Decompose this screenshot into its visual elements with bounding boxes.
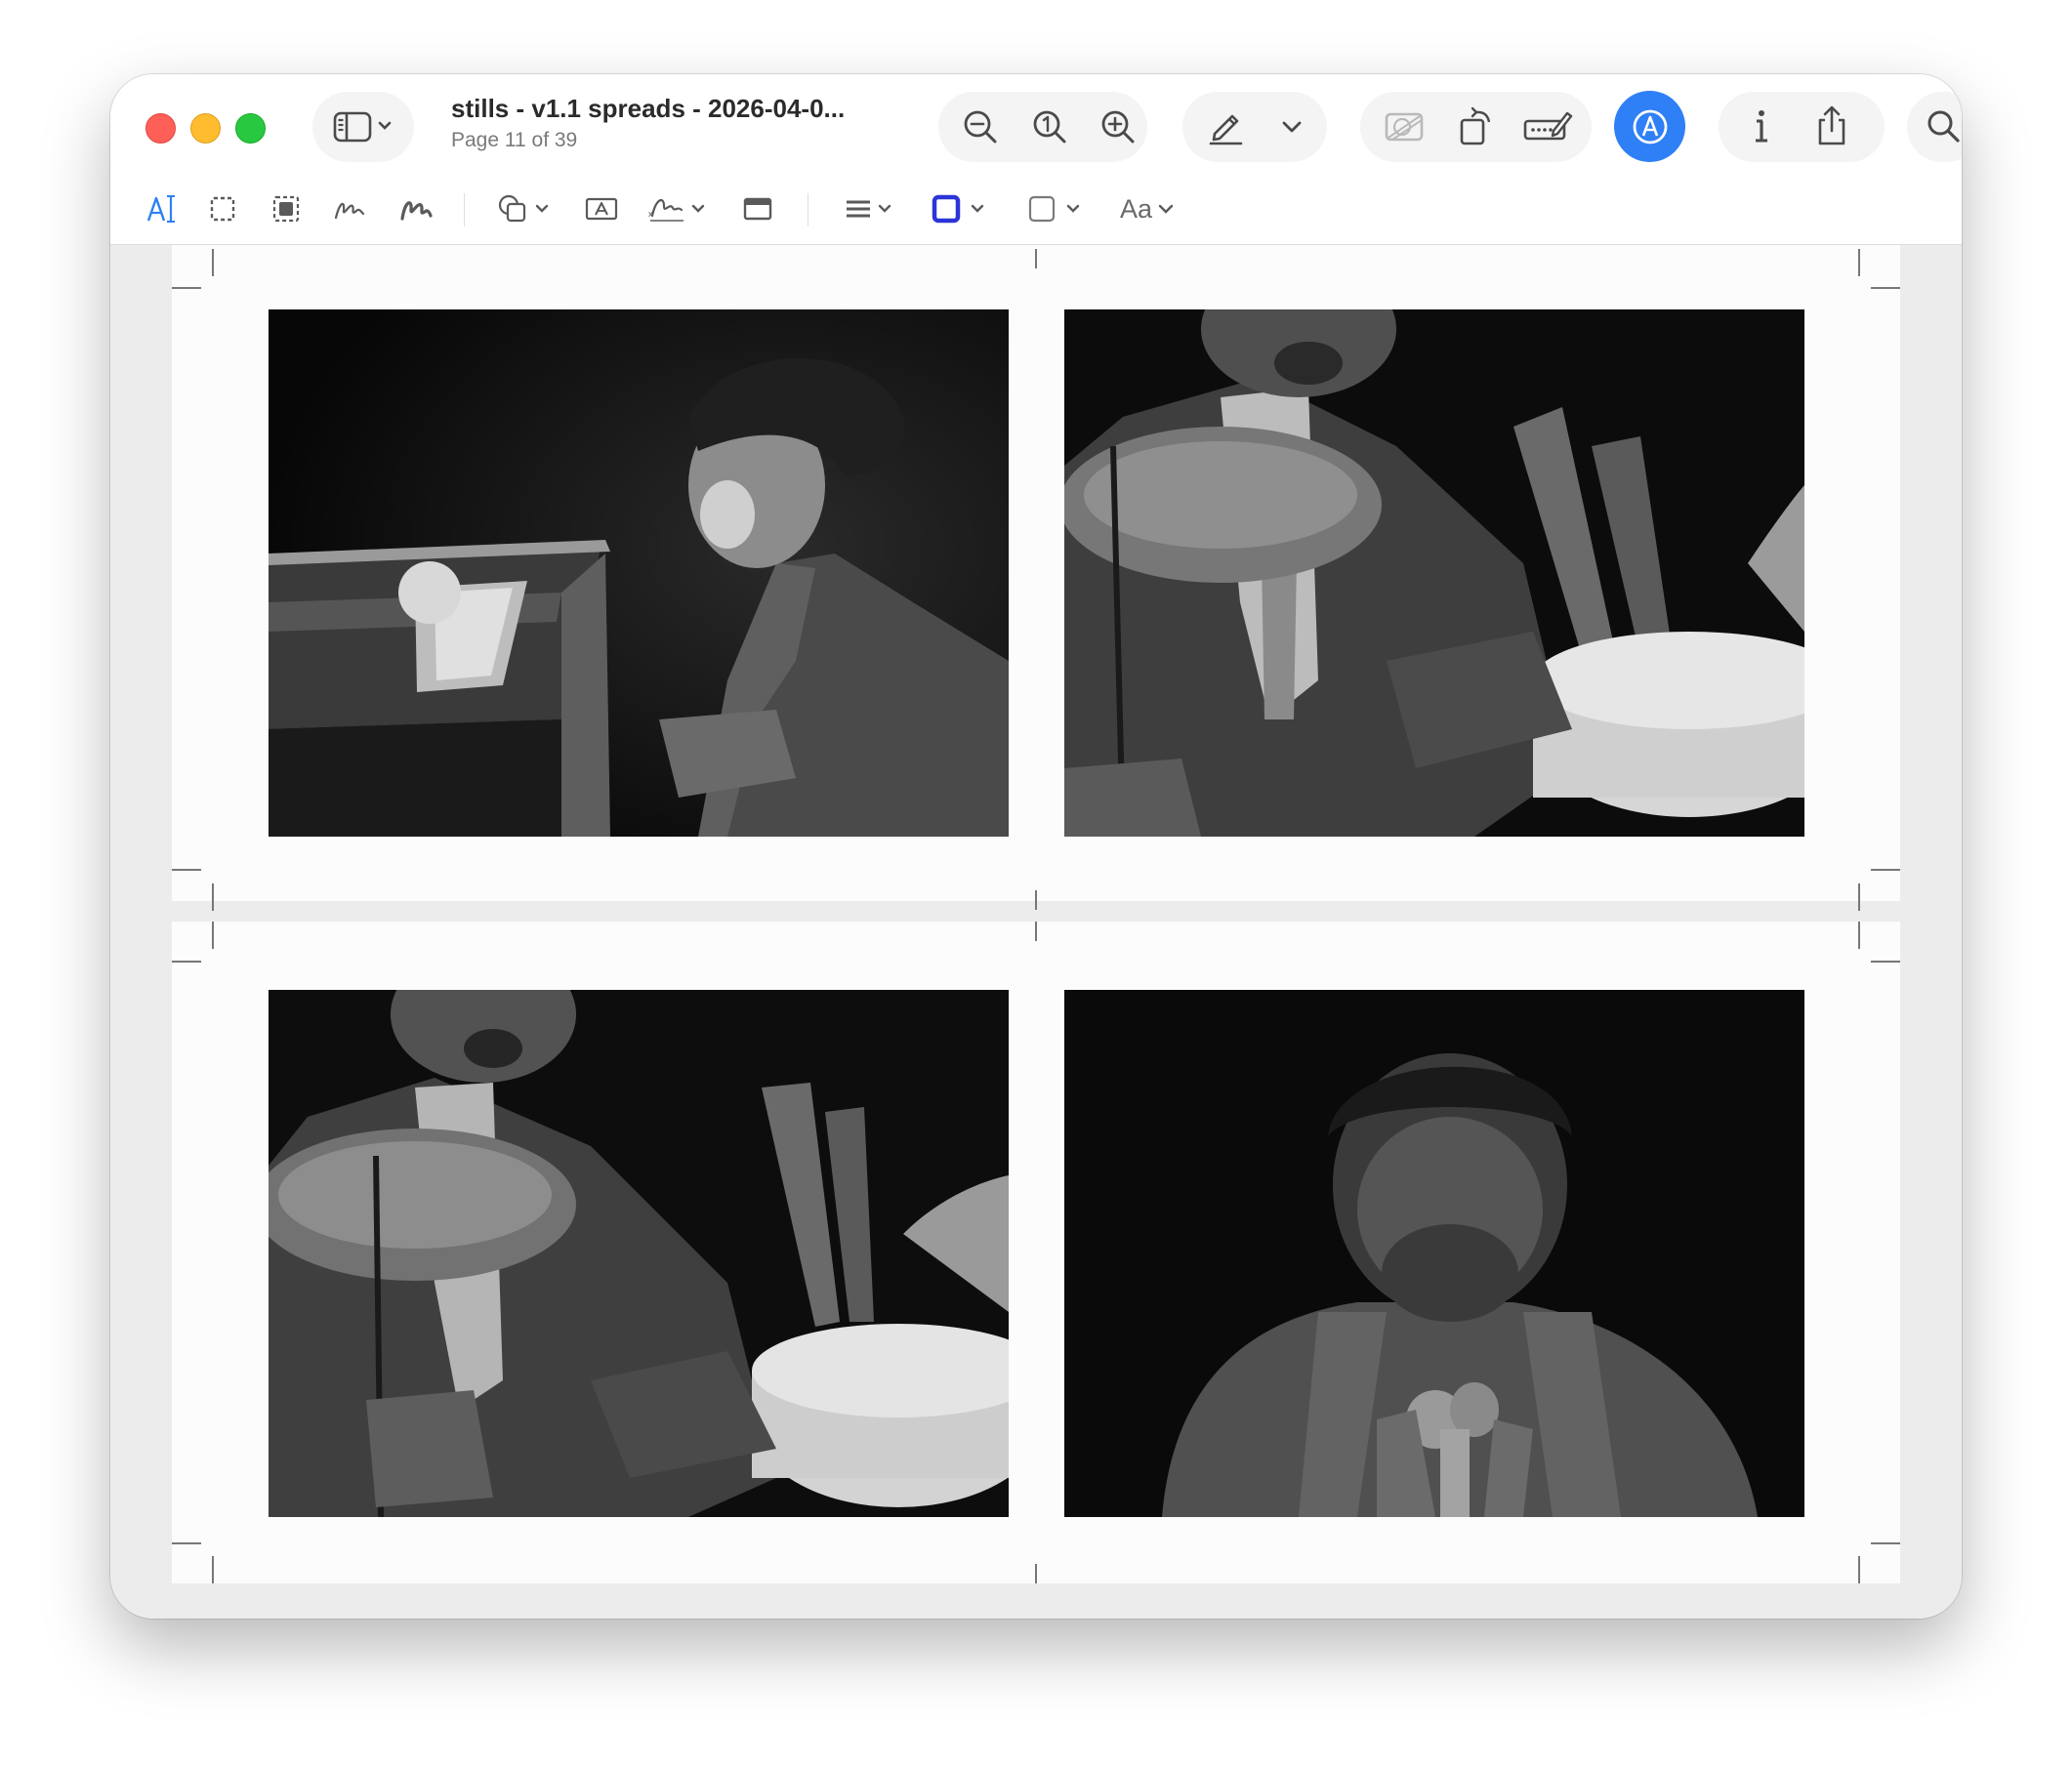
still-image-drummer[interactable] bbox=[1064, 309, 1804, 837]
crop-mark bbox=[1871, 1542, 1900, 1544]
border-color-tool[interactable] bbox=[927, 187, 995, 230]
crop-mark bbox=[1035, 1564, 1037, 1583]
document-view[interactable] bbox=[110, 245, 1962, 1619]
zoom-out-icon bbox=[964, 110, 997, 144]
draw-icon bbox=[400, 201, 433, 221]
crop-mark bbox=[172, 287, 201, 289]
crop-mark bbox=[1871, 961, 1900, 963]
chevron-down-icon bbox=[1158, 204, 1174, 214]
highlight-pen-icon bbox=[1209, 114, 1243, 145]
note-tool[interactable] bbox=[735, 187, 780, 230]
document-page bbox=[172, 245, 1900, 911]
share-button[interactable] bbox=[1802, 102, 1862, 150]
toolbar-separator bbox=[464, 193, 465, 226]
zoom-in-icon bbox=[1101, 110, 1135, 144]
highlight-options-button[interactable] bbox=[1272, 109, 1311, 144]
text-style-tool[interactable]: Aa bbox=[1114, 187, 1182, 230]
signature-icon: x bbox=[648, 198, 705, 222]
crop-mark bbox=[212, 922, 214, 949]
border-color-icon bbox=[932, 194, 984, 224]
trumpeter-with-microphone-photo bbox=[1064, 990, 1804, 1517]
close-window-button[interactable] bbox=[145, 113, 176, 144]
still-image-trumpeter[interactable] bbox=[1064, 990, 1804, 1517]
crop-mark bbox=[1035, 249, 1037, 268]
still-image-drummer-kit[interactable] bbox=[269, 990, 1009, 1517]
crop-mark bbox=[1858, 922, 1860, 949]
still-image-pianist[interactable] bbox=[269, 309, 1009, 837]
crop-mark bbox=[212, 1556, 214, 1583]
drummer-at-kit-photo bbox=[269, 990, 1009, 1517]
highlight-button[interactable] bbox=[1197, 103, 1254, 150]
crop-mark bbox=[172, 869, 201, 871]
draw-tool[interactable] bbox=[394, 187, 438, 230]
crop-image-icon bbox=[1385, 112, 1424, 142]
shapes-icon bbox=[498, 194, 549, 223]
info-icon bbox=[1756, 110, 1767, 143]
text-style-label: Aa bbox=[1119, 193, 1153, 224]
form-fill-icon bbox=[1523, 111, 1573, 141]
instant-alpha-icon bbox=[272, 195, 300, 223]
title-bar: stills - v1.1 spreads - 2026-04-0... Pag… bbox=[110, 74, 1962, 174]
crop-mark bbox=[1035, 922, 1037, 941]
markup-toolbar: x Aa bbox=[110, 174, 1962, 245]
actual-size-button[interactable] bbox=[1022, 105, 1077, 148]
rotate-button[interactable] bbox=[1450, 103, 1503, 150]
instant-alpha-tool[interactable] bbox=[264, 187, 309, 230]
fill-color-icon bbox=[1028, 195, 1080, 223]
pianist-at-organ-photo bbox=[269, 309, 1009, 837]
minimize-window-button[interactable] bbox=[190, 113, 221, 144]
drummer-with-cymbal-photo bbox=[1064, 309, 1804, 837]
zoom-in-button[interactable] bbox=[1091, 105, 1145, 148]
sidebar-toggle-button[interactable] bbox=[325, 105, 403, 148]
sign-tool[interactable]: x bbox=[643, 187, 714, 230]
rectangular-selection-tool[interactable] bbox=[200, 187, 245, 230]
crop-mark bbox=[1871, 869, 1900, 871]
crop-mark bbox=[212, 883, 214, 911]
crop-mark bbox=[1871, 287, 1900, 289]
zoom-window-button[interactable] bbox=[235, 113, 266, 144]
crop-mark bbox=[1858, 249, 1860, 276]
chevron-down-icon bbox=[1282, 121, 1302, 133]
sketch-icon bbox=[334, 202, 365, 220]
share-icon bbox=[1818, 105, 1845, 145]
crop-mark bbox=[1858, 883, 1860, 911]
preview-window: stills - v1.1 spreads - 2026-04-0... Pag… bbox=[110, 74, 1962, 1619]
sidebar-icon bbox=[333, 111, 392, 143]
fill-color-tool[interactable] bbox=[1022, 187, 1091, 230]
document-page bbox=[172, 922, 1900, 1583]
rotate-icon bbox=[1460, 106, 1491, 145]
form-fill-button[interactable] bbox=[1517, 103, 1578, 150]
markup-toggle-button[interactable] bbox=[1614, 91, 1685, 162]
crop-mark bbox=[172, 1542, 201, 1544]
shapes-tool[interactable] bbox=[494, 187, 559, 230]
crop-button[interactable] bbox=[1375, 105, 1433, 148]
crop-mark bbox=[212, 249, 214, 276]
shape-style-tool[interactable] bbox=[841, 187, 905, 230]
document-title-block: stills - v1.1 spreads - 2026-04-0... Pag… bbox=[451, 94, 900, 152]
svg-text:x: x bbox=[648, 209, 653, 219]
document-title: stills - v1.1 spreads - 2026-04-0... bbox=[451, 94, 846, 123]
crop-mark bbox=[1858, 1556, 1860, 1583]
search-icon bbox=[1927, 110, 1960, 143]
actual-size-icon bbox=[1033, 110, 1066, 144]
text-selection-tool[interactable] bbox=[140, 187, 185, 230]
sketch-tool[interactable] bbox=[327, 187, 372, 230]
line-style-icon bbox=[847, 200, 891, 218]
crop-mark bbox=[172, 961, 201, 963]
text-box-icon bbox=[585, 197, 618, 221]
rectangular-selection-icon bbox=[210, 196, 235, 222]
note-icon bbox=[743, 197, 772, 221]
crop-mark bbox=[1035, 890, 1037, 910]
search-button[interactable] bbox=[1915, 103, 1962, 150]
page-indicator: Page 11 of 39 bbox=[451, 129, 578, 151]
markup-icon bbox=[1633, 109, 1667, 144]
text-selection-icon bbox=[146, 195, 175, 223]
zoom-out-button[interactable] bbox=[953, 105, 1008, 148]
info-button[interactable] bbox=[1731, 103, 1792, 150]
text-box-tool[interactable] bbox=[579, 187, 624, 230]
